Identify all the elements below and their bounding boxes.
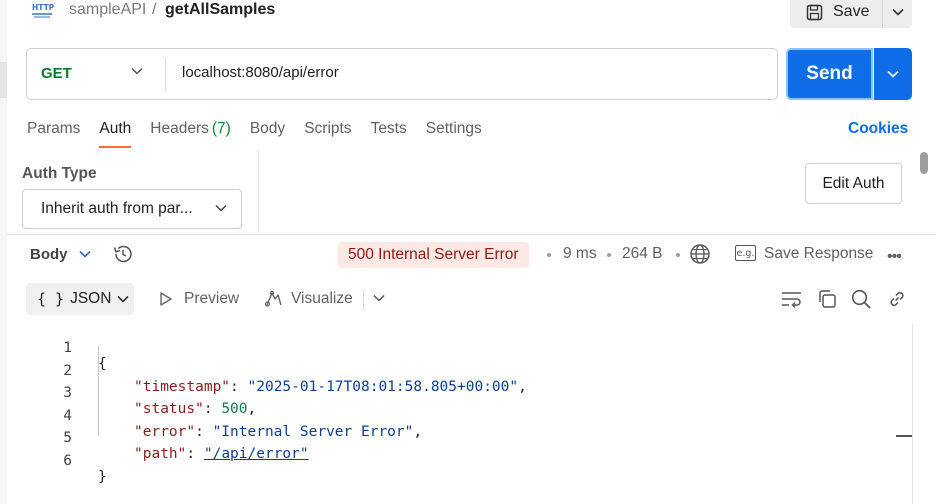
response-size[interactable]: 264 B	[622, 245, 663, 263]
code-line: 2 "timestamp": "2025-01-17T08:01:58.805+…	[0, 347, 880, 395]
indent-guide	[98, 346, 99, 436]
code-line: 5 "path": "/api/error"	[0, 414, 880, 462]
code-text: }	[98, 469, 107, 485]
more-options-icon[interactable]: •••	[887, 248, 902, 266]
format-select[interactable]: { } JSON	[26, 283, 134, 315]
separator-dot	[676, 253, 680, 257]
svg-text:HTTP: HTTP	[32, 3, 54, 12]
chevron-down-icon	[215, 204, 227, 212]
url-input[interactable]	[182, 64, 742, 81]
minimap-indicator[interactable]	[896, 435, 912, 437]
chevron-down-icon[interactable]	[131, 67, 143, 75]
save-options-button[interactable]	[882, 0, 912, 28]
tab-headers-label: Headers	[150, 120, 209, 137]
breadcrumb-collection[interactable]: sampleAPI	[69, 1, 146, 19]
save-button[interactable]: Save	[790, 0, 882, 28]
http-request-icon: HTTP	[32, 3, 54, 18]
url-divider	[165, 57, 166, 91]
separator-dot	[547, 253, 551, 257]
auth-type-label: Auth Type	[22, 165, 97, 182]
request-tabs: Params Auth Headers (7) Body Scripts Test…	[27, 120, 501, 150]
toolbar-divider	[363, 290, 364, 310]
breadcrumb-separator: /	[152, 1, 157, 18]
tab-headers[interactable]: Headers (7)	[150, 120, 231, 148]
history-icon[interactable]	[112, 244, 134, 264]
response-body-label[interactable]: Body	[30, 246, 68, 263]
auth-type-select[interactable]: Inherit auth from par...	[22, 189, 242, 229]
chevron-down-icon	[887, 70, 899, 78]
link-icon[interactable]	[887, 289, 907, 309]
separator-dot	[607, 253, 611, 257]
tab-body[interactable]: Body	[250, 120, 285, 148]
code-line: 3 "status": 500,	[0, 369, 880, 417]
sidebar-notch	[0, 62, 7, 98]
pane-divider[interactable]	[7, 234, 936, 235]
auth-panel-divider	[258, 150, 259, 232]
auth-type-value: Inherit auth from par...	[41, 200, 193, 217]
preview-button[interactable]: Preview	[158, 290, 239, 308]
chevron-down-icon	[117, 295, 130, 303]
chevron-down-icon[interactable]	[78, 249, 92, 259]
edit-auth-button[interactable]: Edit Auth	[805, 163, 902, 204]
tab-tests[interactable]: Tests	[371, 120, 407, 148]
line-number: 6	[63, 453, 72, 469]
format-value: JSON	[70, 290, 112, 307]
globe-icon[interactable]	[689, 243, 711, 265]
visualize-label: Visualize	[291, 290, 353, 307]
play-icon	[160, 292, 172, 306]
chevron-down-icon	[891, 8, 904, 16]
tab-scripts[interactable]: Scripts	[304, 120, 351, 148]
copy-icon[interactable]	[817, 289, 837, 309]
breadcrumb-request-name[interactable]: getAllSamples	[165, 1, 275, 19]
code-line: 4 "error": "Internal Server Error",	[0, 392, 880, 440]
method-select[interactable]: GET	[41, 65, 72, 82]
save-label: Save	[833, 3, 870, 20]
status-badge[interactable]: 500 Internal Server Error	[338, 242, 529, 268]
save-response-button[interactable]: Save Response	[764, 245, 873, 263]
chevron-down-icon[interactable]	[373, 294, 385, 302]
save-example-icon[interactable]: e.g.	[735, 245, 756, 261]
tab-params[interactable]: Params	[27, 120, 80, 148]
braces-icon: { }	[37, 290, 65, 308]
tab-settings[interactable]: Settings	[426, 120, 482, 148]
cookies-link[interactable]: Cookies	[848, 120, 908, 138]
response-time[interactable]: 9 ms	[563, 245, 597, 263]
code-line: 1 {	[0, 324, 880, 372]
save-icon	[806, 4, 823, 20]
url-bar: GET	[26, 48, 778, 100]
headers-count: (7)	[211, 120, 231, 137]
code-line: 6 }	[0, 437, 880, 485]
search-icon[interactable]	[851, 289, 872, 310]
visualize-button[interactable]: Visualize	[264, 290, 353, 308]
tab-auth[interactable]: Auth	[99, 120, 131, 148]
send-options-button[interactable]	[874, 48, 912, 100]
wrap-lines-icon[interactable]	[781, 289, 803, 309]
visualize-icon	[264, 290, 282, 307]
send-button[interactable]: Send	[786, 48, 873, 100]
preview-label: Preview	[184, 290, 240, 307]
minimap-border	[912, 324, 913, 504]
scrollbar-thumb[interactable]	[920, 152, 928, 174]
